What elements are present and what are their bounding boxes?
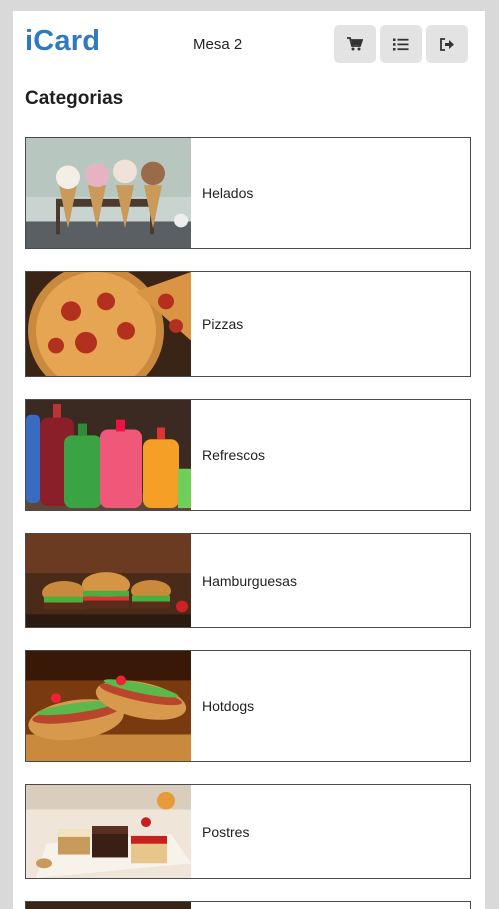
- cart-button[interactable]: [334, 25, 376, 63]
- category-image-desserts: [26, 785, 191, 878]
- category-label: Refrescos: [202, 447, 266, 463]
- category-label: Pizzas: [202, 316, 244, 332]
- category-image-hotdogs: [26, 651, 191, 761]
- category-label: Hotdogs: [202, 698, 255, 714]
- category-image-pizza: [26, 272, 191, 376]
- orders-list-button[interactable]: [380, 25, 422, 63]
- category-label: Hamburguesas: [202, 572, 297, 589]
- app-frame: iCard Mesa 2 Categorias Helados Pizzas R…: [13, 11, 485, 909]
- category-card-hamburguesas[interactable]: Hamburguesas: [25, 533, 471, 628]
- section-title: Categorias: [25, 88, 124, 109]
- top-header: iCard Mesa 2: [13, 11, 485, 73]
- category-card-postres[interactable]: Postres: [25, 784, 471, 879]
- category-card-partial[interactable]: [25, 901, 471, 909]
- category-image-partial: [26, 902, 191, 909]
- brand-logo[interactable]: iCard: [25, 25, 100, 58]
- category-image-soda: [26, 400, 191, 510]
- category-image-burgers: [26, 534, 191, 627]
- category-card-helados[interactable]: Helados: [25, 137, 471, 249]
- list-icon: [393, 38, 409, 51]
- category-label: Postres: [202, 823, 250, 840]
- cart-icon: [347, 37, 363, 51]
- logout-icon: [439, 37, 455, 51]
- category-image-ice-cream: [26, 138, 191, 248]
- logout-button[interactable]: [426, 25, 468, 63]
- table-label: Mesa 2: [193, 36, 243, 53]
- category-label: Helados: [202, 185, 254, 201]
- category-card-pizzas[interactable]: Pizzas: [25, 271, 471, 377]
- category-card-hotdogs[interactable]: Hotdogs: [25, 650, 471, 762]
- category-card-refrescos[interactable]: Refrescos: [25, 399, 471, 511]
